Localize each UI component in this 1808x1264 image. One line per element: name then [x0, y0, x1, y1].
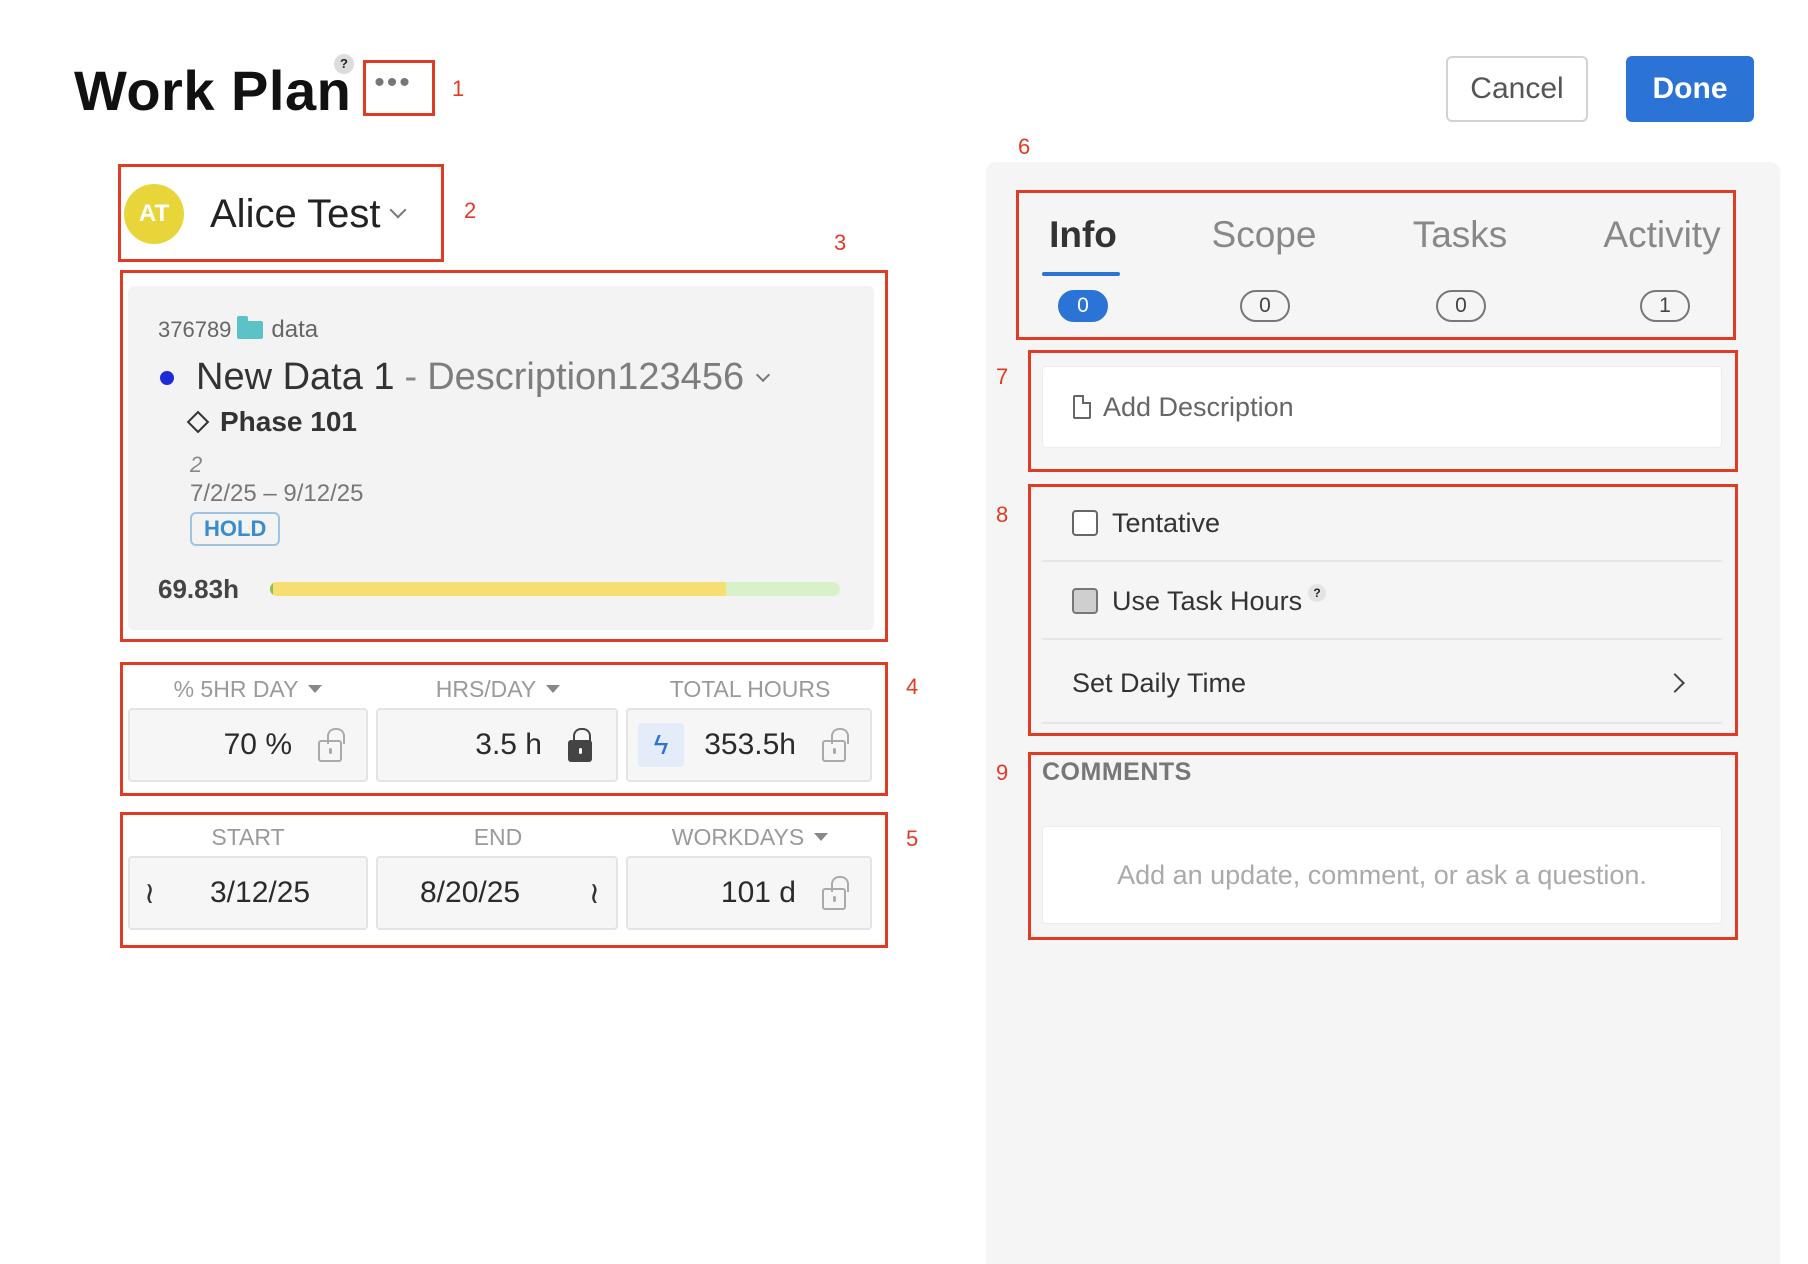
dependency-link-icon[interactable]: ≀ [589, 876, 600, 911]
tentative-checkbox[interactable] [1072, 510, 1098, 536]
use-task-hours-checkbox[interactable] [1072, 588, 1098, 614]
tentative-label: Tentative [1112, 507, 1221, 538]
project-selector[interactable]: New Data 1 - Description123456 [160, 356, 771, 399]
member-selector[interactable]: AT Alice Test [124, 184, 407, 244]
end-date-value: 8/20/25 [420, 876, 521, 909]
project-meta: 376789 data [158, 316, 318, 344]
total-hours-value: 353.5h [704, 728, 796, 761]
tab-info-count: 0 [1058, 290, 1108, 322]
work-plan-modal: Work Plan ? ••• Cancel Done AT Alice Tes… [0, 0, 1808, 1264]
hrs-per-day-field[interactable]: 3.5 h [376, 708, 618, 782]
annotation-label-2: 2 [464, 198, 477, 223]
caret-down-icon [546, 685, 561, 693]
status-badge: HOLD [190, 512, 281, 546]
tab-tasks-count: 0 [1436, 290, 1486, 322]
phase-number: 2 [190, 452, 203, 477]
unlock-icon[interactable] [822, 876, 849, 910]
caret-down-icon [308, 685, 323, 693]
annotation-label-4: 4 [906, 674, 919, 699]
hrs-per-day-value: 3.5 h [475, 728, 542, 761]
comment-input[interactable]: Add an update, comment, or ask a questio… [1042, 826, 1722, 924]
end-date-field[interactable]: 8/20/25 ≀ [376, 856, 618, 930]
use-task-hours-label: Use Task Hours [1112, 585, 1303, 616]
unlock-icon[interactable] [822, 728, 849, 762]
caret-down-icon [814, 833, 829, 841]
help-icon[interactable]: ? [1308, 584, 1327, 602]
comment-placeholder: Add an update, comment, or ask a questio… [1117, 859, 1647, 890]
folder-icon [237, 316, 264, 339]
col-header-end: END [378, 820, 618, 854]
col-header-percent-label: % 5HR DAY [173, 675, 299, 702]
col-header-workdays-label: WORKDAYS [671, 823, 805, 850]
tentative-option[interactable]: Tentative [1042, 486, 1722, 562]
hours-progress-bar [270, 582, 840, 596]
project-separator: - [404, 356, 418, 398]
annotation-label-6: 6 [1018, 134, 1031, 159]
col-header-total-hours: TOTAL HOURS [630, 672, 870, 706]
start-date-field[interactable]: ≀ 3/12/25 [128, 856, 368, 930]
document-icon [1073, 395, 1091, 419]
project-name: New Data 1 [196, 356, 395, 398]
annotation-label-5: 5 [906, 826, 919, 851]
chevron-down-icon [389, 201, 407, 219]
more-options-button[interactable]: ••• [368, 66, 418, 106]
workdays-value: 101 d [720, 876, 796, 909]
project-folder: data [271, 316, 319, 343]
lightning-icon[interactable]: ϟ [638, 723, 684, 767]
lock-icon[interactable] [568, 728, 592, 762]
col-header-workdays[interactable]: WORKDAYS [630, 820, 870, 854]
add-description-button[interactable]: Add Description [1042, 366, 1722, 448]
unlock-icon[interactable] [318, 728, 345, 762]
tab-tasks[interactable]: Tasks [1400, 214, 1520, 256]
project-description: Description123456 [427, 356, 745, 398]
col-header-total-hours-label: TOTAL HOURS [669, 675, 831, 702]
annotation-label-7: 7 [996, 364, 1009, 389]
col-header-start-label: START [211, 823, 285, 850]
col-header-hrs-day-label: HRS/DAY [435, 675, 537, 702]
comments-title: COMMENTS [1042, 758, 1192, 786]
total-hours-field[interactable]: ϟ 353.5h [626, 708, 872, 782]
project-hours: 69.83h [158, 574, 239, 604]
done-button[interactable]: Done [1626, 56, 1754, 122]
use-task-hours-option[interactable]: Use Task Hours ? [1042, 564, 1722, 640]
set-daily-time-label: Set Daily Time [1072, 667, 1247, 698]
chevron-down-icon [756, 367, 771, 382]
percent-field[interactable]: 70 % [128, 708, 368, 782]
project-color-dot [160, 370, 174, 385]
annotation-label-3: 3 [834, 230, 847, 255]
tab-activity-count: 1 [1640, 290, 1690, 322]
cancel-button[interactable]: Cancel [1446, 56, 1588, 122]
col-header-hrs-day[interactable]: HRS/DAY [378, 672, 618, 706]
col-header-end-label: END [473, 823, 523, 850]
tab-activity[interactable]: Activity [1596, 214, 1728, 256]
tab-scope-count: 0 [1240, 290, 1290, 322]
avatar: AT [124, 184, 184, 244]
phase-dates: 7/2/25 – 9/12/25 [190, 480, 364, 507]
phase-diamond-icon [186, 410, 210, 434]
col-header-start: START [128, 820, 368, 854]
annotation-label-8: 8 [996, 502, 1009, 527]
tab-scope[interactable]: Scope [1204, 214, 1324, 256]
progress-fill [270, 582, 726, 596]
annotation-label-9: 9 [996, 760, 1009, 785]
phase-name: Phase 101 [220, 406, 357, 437]
project-id: 376789 [158, 317, 232, 342]
add-description-label: Add Description [1103, 391, 1294, 422]
set-daily-time-row[interactable]: Set Daily Time [1042, 644, 1722, 724]
chevron-right-icon [1665, 673, 1685, 693]
col-header-percent[interactable]: % 5HR DAY [128, 672, 368, 706]
start-date-value: 3/12/25 [210, 876, 311, 909]
tab-info[interactable]: Info [1038, 214, 1128, 256]
dependency-link-icon[interactable]: ≀ [144, 876, 155, 911]
project-card: 376789 data New Data 1 - Description1234… [128, 286, 874, 630]
help-icon[interactable]: ? [334, 54, 354, 74]
tab-active-indicator [1042, 272, 1120, 276]
annotation-label-1: 1 [452, 76, 465, 101]
phase-selector[interactable]: Phase 101 [186, 406, 357, 438]
member-name: Alice Test [210, 191, 381, 236]
percent-value: 70 % [223, 728, 292, 761]
page-title: Work Plan [74, 59, 352, 122]
workdays-field[interactable]: 101 d [626, 856, 872, 930]
